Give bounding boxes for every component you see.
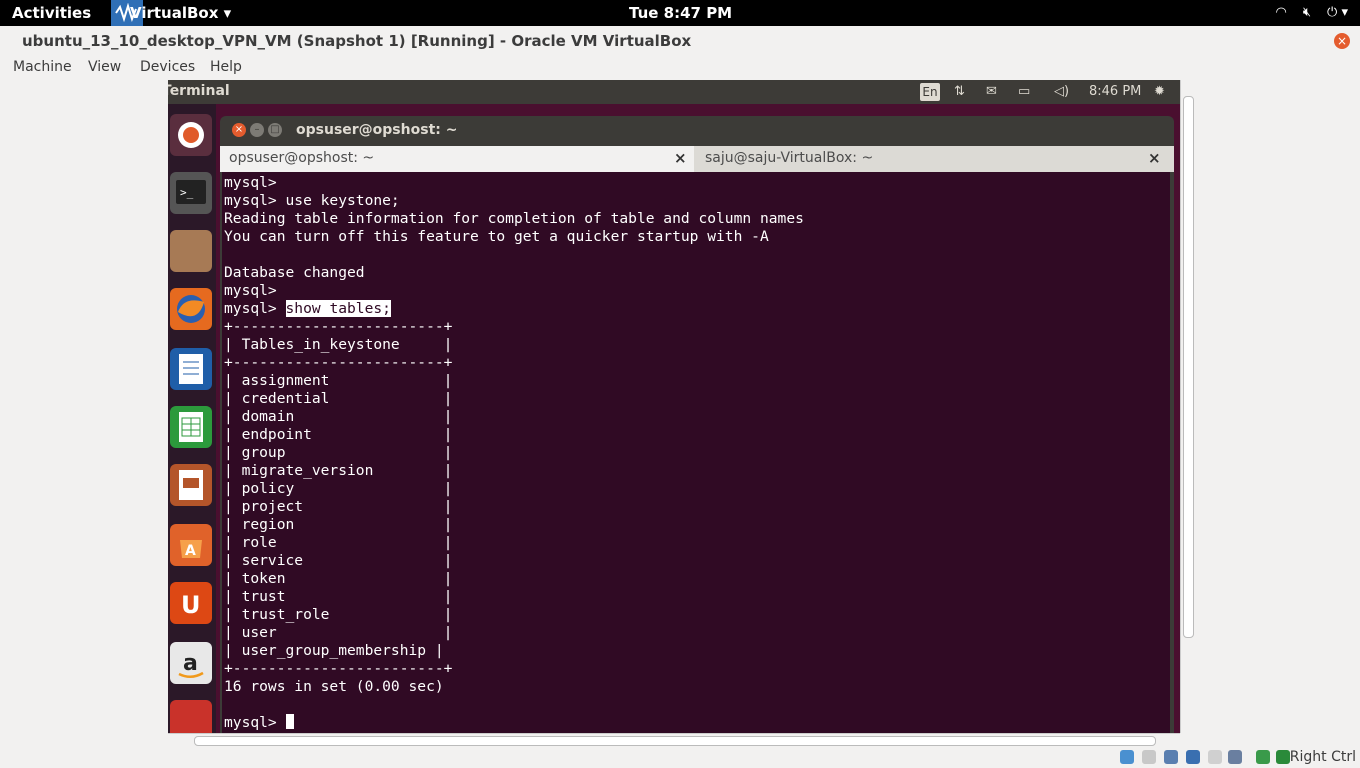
svg-text:A: A	[185, 543, 196, 559]
optical-drive-icon[interactable]	[1142, 750, 1156, 764]
text-cursor	[285, 714, 294, 729]
minimize-icon[interactable]: –	[250, 123, 264, 137]
amazon-icon[interactable]: a	[170, 642, 212, 684]
battery-icon[interactable]: ▭	[1018, 84, 1030, 99]
mail-icon[interactable]: ✉	[986, 84, 997, 99]
maximize-icon[interactable]: □	[268, 123, 282, 137]
vbox-titlebar: ubuntu_13_10_desktop_VPN_VM (Snapshot 1)…	[0, 26, 1360, 57]
tab-label: opsuser@opshost: ~	[229, 150, 375, 166]
activities-button[interactable]: Activities	[12, 4, 91, 22]
vbox-window-title: ubuntu_13_10_desktop_VPN_VM (Snapshot 1)…	[22, 32, 692, 50]
host-tray: ◠ 🔇︎ ⏻ ▾	[1276, 5, 1349, 20]
terminal-text: mysql> mysql> use keystone; Reading tabl…	[224, 174, 804, 317]
host-key-label: Right Ctrl	[1289, 749, 1356, 765]
horizontal-scrollbar[interactable]	[168, 733, 1180, 747]
mouse-integration-icon[interactable]	[1276, 750, 1290, 764]
volume-icon[interactable]: ◁)	[1054, 84, 1069, 99]
files-launcher-icon[interactable]	[170, 230, 212, 272]
guest-app-title: Terminal	[168, 83, 230, 99]
keyboard-layout-indicator[interactable]: En	[920, 83, 940, 101]
calc-launcher-icon[interactable]	[170, 406, 212, 448]
close-tab-icon[interactable]: ×	[1148, 149, 1161, 167]
guest-clock[interactable]: 8:46 PM	[1089, 84, 1141, 99]
vertical-scrollbar[interactable]	[1180, 80, 1195, 733]
terminal-launcher-icon[interactable]: >_	[170, 172, 212, 214]
guest-display[interactable]: Terminal En ⇅ ✉ ▭ ◁) 8:46 PM ✹ >_ A U a …	[168, 80, 1180, 733]
power-icon[interactable]: ⏻ ▾	[1327, 5, 1348, 20]
close-tab-icon[interactable]: ×	[674, 149, 687, 167]
firefox-launcher-icon[interactable]	[170, 288, 212, 330]
terminal-window-title: opsuser@opshost: ~	[296, 122, 458, 138]
vbox-menubar: Machine View Devices Help	[0, 56, 1360, 80]
selected-command: show tables;	[285, 300, 391, 317]
dash-home-icon[interactable]	[170, 114, 212, 156]
menu-machine[interactable]: Machine	[13, 59, 72, 75]
svg-text:>_: >_	[180, 186, 194, 199]
scrollbar-thumb[interactable]	[1183, 96, 1194, 638]
terminal-text-after: +------------------------+ | Tables_in_k…	[224, 318, 453, 731]
app-menu-button[interactable]: VirtualBox ▾	[130, 4, 231, 22]
shared-folders-icon[interactable]	[1208, 750, 1222, 764]
capture-icon[interactable]	[1228, 750, 1242, 764]
volume-muted-icon[interactable]: 🔇︎	[1303, 5, 1311, 20]
hard-disk-icon[interactable]	[1120, 750, 1134, 764]
ubuntu-one-icon[interactable]: U	[170, 582, 212, 624]
terminal-window: × – □ opsuser@opshost: ~ opsuser@opshost…	[220, 116, 1174, 733]
wifi-icon[interactable]: ◠	[1276, 5, 1287, 20]
menu-view[interactable]: View	[88, 59, 121, 75]
network-transfer-icon[interactable]: ⇅	[954, 84, 965, 99]
virtualization-icon[interactable]	[1256, 750, 1270, 764]
terminal-tab-bar: opsuser@opshost: ~ × saju@saju-VirtualBo…	[220, 146, 1174, 172]
close-window-button[interactable]: ×	[1334, 33, 1350, 49]
host-top-bar: Activities VirtualBox ▾ Tue 8:47 PM ◠ 🔇︎…	[0, 0, 1360, 26]
menu-devices[interactable]: Devices	[140, 59, 195, 75]
network-icon[interactable]	[1186, 750, 1200, 764]
writer-launcher-icon[interactable]	[170, 348, 212, 390]
gear-icon[interactable]: ✹	[1154, 84, 1165, 99]
usb-icon[interactable]	[1164, 750, 1178, 764]
scrollbar-thumb[interactable]	[194, 736, 1156, 746]
ubuntu-one-music-icon[interactable]	[170, 700, 212, 733]
close-icon[interactable]: ×	[232, 123, 246, 137]
tab-saju[interactable]: saju@saju-VirtualBox: ~ ×	[696, 146, 1172, 172]
tab-opsuser[interactable]: opsuser@opshost: ~ ×	[220, 146, 694, 172]
impress-launcher-icon[interactable]	[170, 464, 212, 506]
host-clock[interactable]: Tue 8:47 PM	[629, 4, 732, 22]
svg-text:a: a	[183, 651, 198, 676]
svg-text:U: U	[181, 591, 201, 619]
software-center-icon[interactable]: A	[170, 524, 212, 566]
terminal-output[interactable]: mysql> mysql> use keystone; Reading tabl…	[222, 172, 1170, 733]
unity-launcher: >_ A U a	[168, 104, 216, 733]
menu-help[interactable]: Help	[210, 59, 242, 75]
tab-label: saju@saju-VirtualBox: ~	[705, 150, 874, 166]
vbox-statusbar: Right Ctrl	[0, 746, 1360, 768]
guest-top-panel: Terminal En ⇅ ✉ ▭ ◁) 8:46 PM ✹	[168, 80, 1180, 104]
